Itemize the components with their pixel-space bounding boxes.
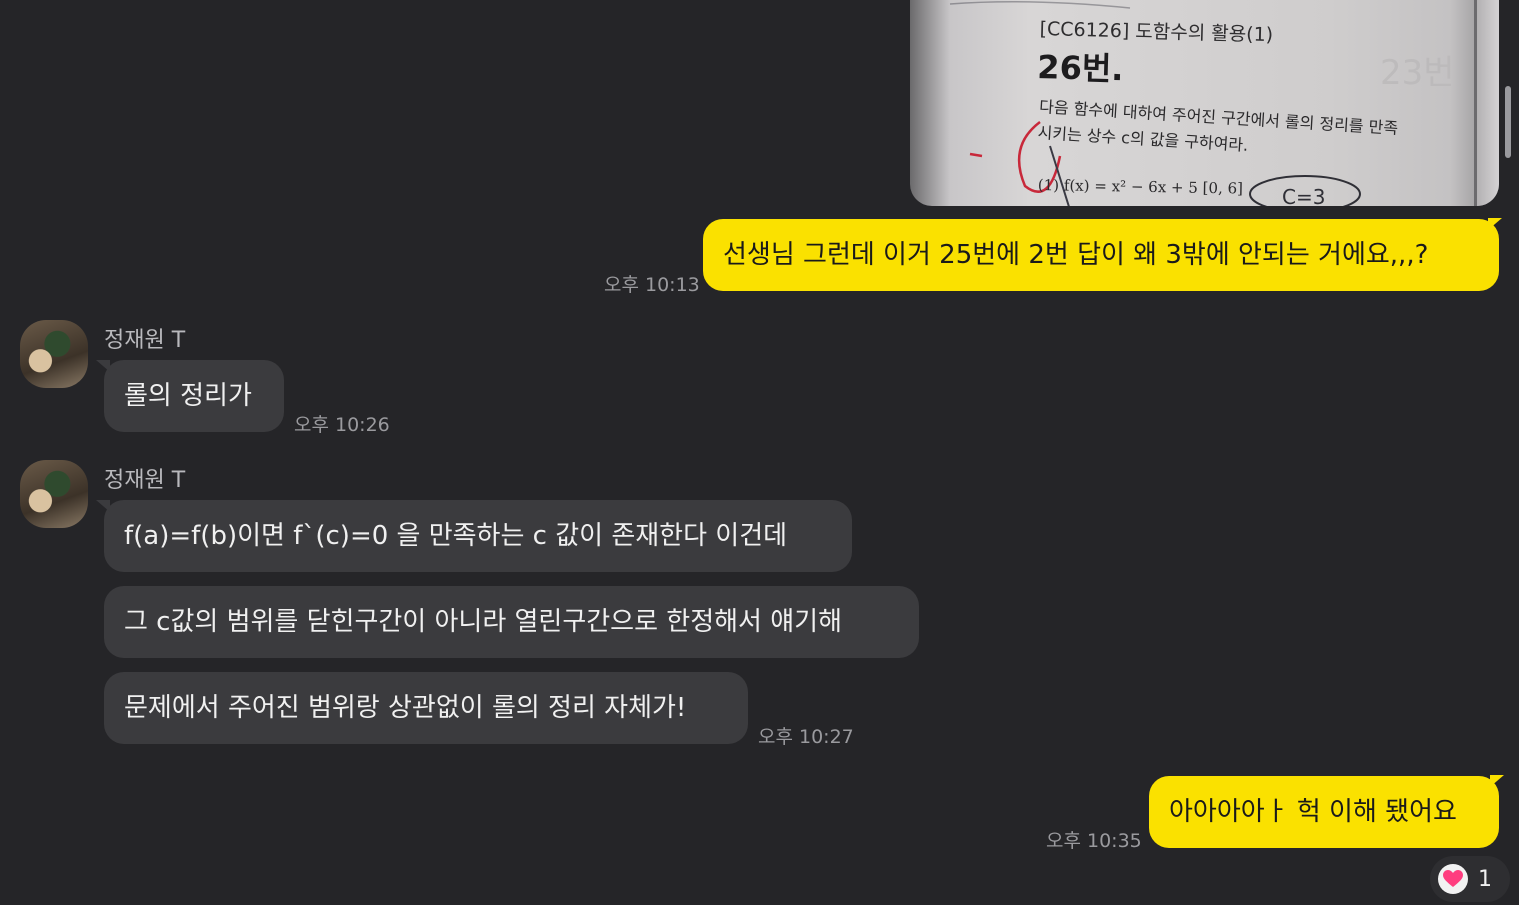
message-text: 롤의 정리가 [124, 381, 252, 411]
message-time: 오후 10:35 [1046, 830, 1142, 852]
reaction-badge[interactable]: 1 [1430, 856, 1510, 902]
my-message-bubble[interactable]: 선생님 그런데 이거 25번에 2번 답이 왜 3밖에 안되는 거에요,,,? [703, 219, 1499, 291]
bubble-tail [96, 500, 110, 512]
message-text: 선생님 그런데 이거 25번에 2번 답이 왜 3밖에 안되는 거에요,,,? [723, 240, 1429, 270]
avatar[interactable] [20, 460, 88, 528]
sender-name: 정재원 T [104, 328, 186, 353]
message-text: 문제에서 주어진 범위랑 상관없이 롤의 정리 자체가! [124, 693, 687, 723]
their-message-bubble[interactable]: 문제에서 주어진 범위랑 상관없이 롤의 정리 자체가! [104, 672, 748, 744]
message-text: f(a)=f(b)이면 f`(c)=0 을 만족하는 c 값이 존재한다 이건데 [124, 521, 788, 551]
avatar[interactable] [20, 320, 88, 388]
photo-formula: (1) f(x) = x² − 6x + 5 [0, 6] [1037, 176, 1244, 198]
sender-name: 정재원 T [104, 468, 186, 493]
photo-question-number: 26번. [1036, 47, 1124, 89]
chat-room: C=3 23번 [CC6126] 도함수의 활용(1) 26번. 다음 함수에 … [0, 0, 1519, 905]
bubble-tail [96, 360, 110, 372]
their-message-bubble[interactable]: 롤의 정리가 [104, 360, 284, 432]
scrollbar-thumb[interactable] [1505, 86, 1511, 158]
svg-text:C=3: C=3 [1282, 185, 1325, 206]
reaction-count: 1 [1478, 866, 1492, 892]
heart-icon [1443, 870, 1463, 887]
bubble-tail [1490, 775, 1504, 787]
message-time: 오후 10:13 [604, 274, 700, 296]
worksheet-photo[interactable]: C=3 23번 [CC6126] 도함수의 활용(1) 26번. 다음 함수에 … [910, 0, 1499, 206]
message-time: 오후 10:26 [294, 414, 390, 436]
bubble-tail [1488, 218, 1502, 230]
svg-text:23번: 23번 [1380, 53, 1455, 93]
message-time: 오후 10:27 [758, 726, 854, 748]
message-text: 아아아아ㅏ 헉 이해 됐어요 [1169, 797, 1457, 827]
their-message-bubble[interactable]: 그 c값의 범위를 닫힌구간이 아니라 열린구간으로 한정해서 얘기해 [104, 586, 919, 658]
message-text: 그 c값의 범위를 닫힌구간이 아니라 열린구간으로 한정해서 얘기해 [124, 607, 842, 637]
my-message-bubble[interactable]: 아아아아ㅏ 헉 이해 됐어요 [1149, 776, 1499, 848]
heart-icon-wrap [1438, 864, 1468, 894]
their-message-bubble[interactable]: f(a)=f(b)이면 f`(c)=0 을 만족하는 c 값이 존재한다 이건데 [104, 500, 852, 572]
